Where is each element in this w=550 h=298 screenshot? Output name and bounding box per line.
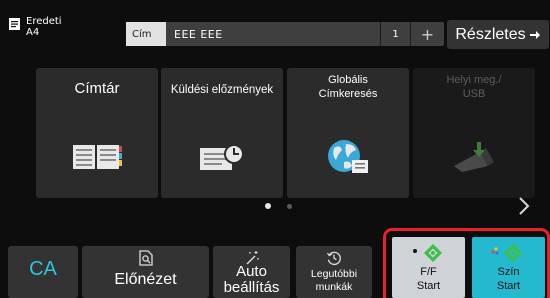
page-dot[interactable]	[287, 203, 292, 209]
bw-start-line2: Start	[416, 280, 441, 292]
auto-setting-button[interactable]: Auto beállítás	[213, 246, 290, 298]
address-book-icon	[73, 145, 122, 169]
original-size: A4	[26, 27, 40, 38]
tile-global-search-line1: Globális	[328, 74, 368, 86]
details-button[interactable]: Részletes	[447, 20, 549, 49]
color-start-line1: Szín	[497, 266, 520, 278]
color-start-line2: Start	[496, 280, 521, 292]
preview-button[interactable]: Előnézet	[82, 246, 209, 298]
bw-start-button[interactable]: F/F Start	[392, 237, 465, 298]
tile-send-history-label: Küldési előzmények	[170, 84, 274, 96]
recent-jobs-button[interactable]: Legutóbbi munkák	[296, 246, 372, 298]
tile-local-usb: Helyi meg./ USB	[413, 68, 535, 198]
auto-setting-line1: Auto	[236, 263, 267, 280]
color-start-button[interactable]: Szín Start	[472, 237, 545, 298]
tile-address-book-label: Címtár	[74, 80, 120, 97]
address-field[interactable]: Cím EEE EEE 1 +	[126, 22, 444, 46]
address-count: 1	[380, 22, 410, 46]
tile-send-history[interactable]: Küldési előzmények	[161, 68, 283, 198]
tile-address-book[interactable]: Címtár	[36, 68, 158, 198]
auto-setting-line2: beállítás	[223, 279, 280, 296]
document-icon	[9, 18, 20, 30]
clear-all-button[interactable]: CA	[8, 246, 78, 298]
page-indicator	[265, 203, 292, 209]
original-setting[interactable]: Eredeti A4	[8, 16, 62, 38]
tile-global-search[interactable]: Globális Címkeresés	[287, 68, 409, 198]
auto-setting-label: Auto beállítás	[213, 264, 290, 296]
chevron-right-icon[interactable]	[518, 196, 530, 216]
preview-label: Előnézet	[114, 271, 177, 288]
color-start-icon	[490, 244, 522, 262]
recent-jobs-line2: munkák	[315, 281, 353, 293]
usb-icon	[454, 142, 494, 172]
arrow-right-icon	[529, 30, 540, 39]
bw-start-line1: F/F	[420, 266, 437, 278]
details-label: Részletes	[455, 25, 526, 43]
recent-jobs-label: Legutóbbi munkák	[296, 268, 372, 294]
tile-global-search-label: Globális Címkeresés	[287, 73, 409, 101]
top-bar: Eredeti A4 Cím EEE EEE 1 + Részletes	[0, 0, 550, 49]
clear-all-label: CA	[29, 258, 57, 280]
address-value[interactable]: EEE EEE	[166, 22, 380, 46]
tile-local-usb-label: Helyi meg./ USB	[413, 73, 535, 101]
tile-local-usb-line1: Helyi meg./	[446, 74, 502, 86]
preview-icon	[138, 250, 153, 266]
bw-start-icon	[412, 244, 442, 262]
tile-global-search-line2: Címkeresés	[318, 88, 378, 100]
history-icon	[326, 251, 341, 266]
add-address-button[interactable]: +	[410, 22, 444, 46]
address-label: Cím	[126, 22, 166, 46]
send-history-icon	[200, 144, 244, 170]
original-label: Eredeti	[26, 16, 62, 27]
page-dot-active	[265, 203, 271, 209]
recent-jobs-line1: Legutóbbi	[310, 268, 358, 280]
tile-local-usb-line2: USB	[462, 88, 486, 100]
globe-search-icon	[328, 140, 368, 173]
